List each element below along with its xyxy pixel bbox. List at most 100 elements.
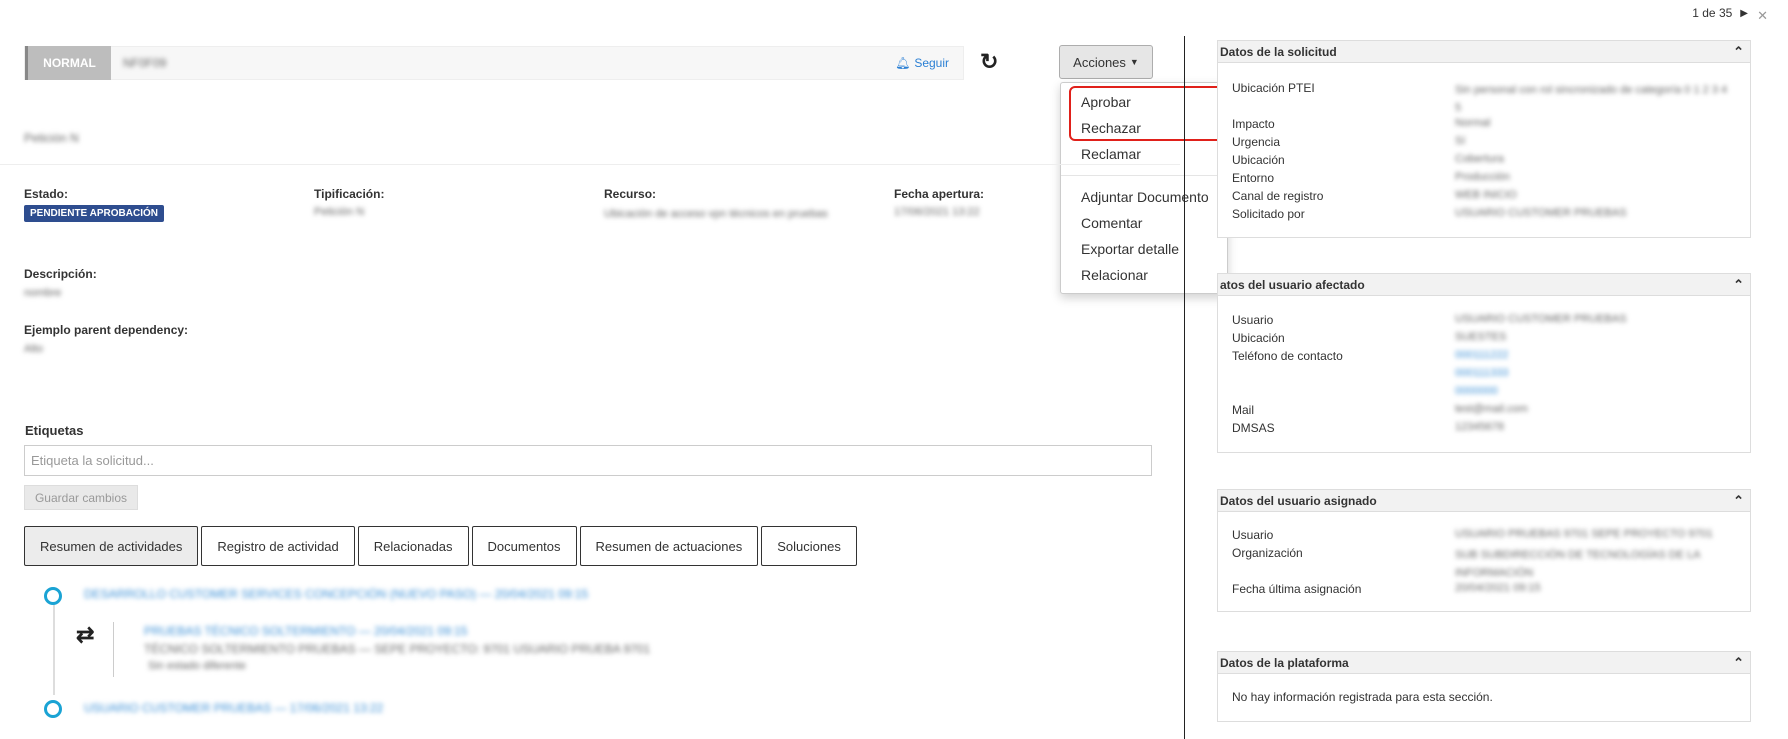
menu-item-comment[interactable]: Comentar: [1061, 210, 1227, 236]
tab-solutions[interactable]: Soluciones: [761, 526, 857, 566]
row-value: WEB INICIO: [1455, 189, 1517, 201]
row-value: Sí: [1455, 135, 1466, 147]
pager: 1 de 35 ▶: [1692, 6, 1748, 20]
ticket-header-bar: NORMAL NF0F09 🔔︎ Seguir: [24, 46, 964, 80]
tab-documents[interactable]: Documentos: [471, 526, 577, 566]
chevron-up-icon[interactable]: ⌃: [1733, 493, 1744, 509]
row-value: Normal: [1455, 117, 1491, 129]
phone-link[interactable]: 000111333: [1455, 367, 1508, 379]
menu-item-attach-document[interactable]: Adjuntar Documento: [1061, 184, 1227, 210]
status-badge: PENDIENTE APROBACIÓN: [24, 205, 164, 222]
divider: [0, 164, 1180, 165]
timeline-subitem-body: TÉCNICO SOLTERMIENTO PRUEBAS — SEPE PROY…: [144, 642, 651, 656]
row-value: Sin personal con rol sincronizado de cat…: [1455, 84, 1728, 114]
tab-related[interactable]: Relacionadas: [357, 526, 469, 566]
phone-link[interactable]: 0000000: [1455, 385, 1498, 397]
descripcion-label: Descripción:: [24, 267, 97, 281]
timeline-item-title[interactable]: USUARIO CUSTOMER PRUEBAS — 17/06/2021 13…: [84, 701, 383, 715]
bell-icon: 🔔︎: [895, 56, 911, 70]
row-label: DMSAS: [1232, 421, 1275, 435]
row-value: 12345678: [1455, 421, 1504, 433]
caret-down-icon: ▼: [1129, 57, 1139, 67]
tipificacion-label: Tipificación:: [314, 187, 385, 201]
timeline-node-icon: [44, 700, 62, 718]
pager-text: 1 de 35: [1692, 6, 1733, 20]
panel-platform-data: Datos de la plataforma ⌃ No hay informac…: [1217, 651, 1751, 722]
row-label: Entorno: [1232, 171, 1275, 185]
panel-request-data: Datos de la solicitud ⌃ Ubicación PTEI S…: [1217, 40, 1751, 238]
close-icon[interactable]: ✕: [1757, 8, 1768, 24]
row-label: Impacto: [1232, 117, 1275, 131]
panel-title: atos del usuario afectado: [1220, 277, 1365, 292]
menu-item-export-detail[interactable]: Exportar detalle: [1061, 236, 1227, 262]
transfer-icon: ⇄: [76, 622, 95, 647]
row-value: test@mail.com: [1455, 403, 1528, 415]
actions-button[interactable]: Acciones ▼: [1059, 45, 1153, 79]
actions-label: Acciones: [1073, 54, 1126, 70]
panel-header[interactable]: Datos de la solicitud ⌃: [1218, 41, 1750, 63]
chevron-up-icon[interactable]: ⌃: [1733, 44, 1744, 60]
row-value: USUARIO PRUEBAS 9701 SEPE PROYECTO 9701: [1455, 528, 1713, 540]
panel-assigned-user: Datos del usuario asignado ⌃ Usuario USU…: [1217, 489, 1751, 612]
row-value: USUARIO CUSTOMER PRUEBAS: [1455, 207, 1627, 219]
tab-activity-summary[interactable]: Resumen de actividades: [24, 526, 199, 566]
row-value: Cobertura: [1455, 153, 1504, 165]
phone-link[interactable]: 000111222: [1455, 349, 1508, 361]
tab-activity-log[interactable]: Registro de actividad: [201, 526, 355, 566]
row-label: Solicitado por: [1232, 207, 1305, 221]
timeline-node-icon: [44, 587, 62, 605]
row-value: SUESTES: [1455, 331, 1507, 343]
save-changes-button[interactable]: Guardar cambios: [24, 485, 138, 510]
column-divider: [1184, 36, 1185, 739]
parent-dependency-label: Ejemplo parent dependency:: [24, 323, 189, 337]
follow-label: Seguir: [914, 56, 949, 70]
chevron-up-icon[interactable]: ⌃: [1733, 655, 1744, 671]
tab-bar: Resumen de actividades Registro de activ…: [24, 526, 857, 566]
fecha-apertura-value: 17/06/2021 13:22: [894, 206, 980, 218]
row-value: SUB SUBDIRECCIÓN DE TECNOLOGÍAS DE LA IN…: [1455, 549, 1700, 579]
tags-input[interactable]: [24, 445, 1152, 476]
panel-header[interactable]: atos del usuario afectado ⌃: [1218, 274, 1750, 296]
row-label: Canal de registro: [1232, 189, 1324, 203]
row-label: Ubicación PTEI: [1232, 81, 1315, 95]
timeline-subitem-title[interactable]: PRUEBAS TÉCNICO SOLTERMIENTO — 20/04/202…: [144, 624, 467, 638]
row-label: Ubicación: [1232, 331, 1285, 345]
chevron-up-icon[interactable]: ⌃: [1733, 277, 1744, 293]
fecha-apertura-label: Fecha apertura:: [894, 187, 985, 201]
recurso-label: Recurso:: [604, 187, 657, 201]
panel-title: Datos de la solicitud: [1220, 44, 1337, 59]
panel-header[interactable]: Datos del usuario asignado ⌃: [1218, 490, 1750, 512]
timeline-sub-line: [113, 622, 114, 677]
timeline-line: [53, 605, 55, 695]
highlight-box: [1069, 86, 1225, 141]
row-label: Urgencia: [1232, 135, 1281, 149]
ticket-id: Petición N: [24, 131, 79, 145]
panel-title: Datos de la plataforma: [1220, 655, 1349, 670]
panel-header[interactable]: Datos de la plataforma ⌃: [1218, 652, 1750, 674]
row-label: Usuario: [1232, 528, 1274, 542]
row-value: 20/04/2021 09:15: [1455, 582, 1541, 594]
row-value: Producción: [1455, 171, 1511, 183]
row-label: Ubicación: [1232, 153, 1285, 167]
next-page-icon[interactable]: ▶: [1740, 8, 1748, 19]
row-value: USUARIO CUSTOMER PRUEBAS: [1455, 313, 1627, 325]
tab-actions-summary[interactable]: Resumen de actuaciones: [579, 526, 759, 566]
panel-title: Datos del usuario asignado: [1220, 493, 1377, 508]
timeline-item-title[interactable]: DESARROLLO CUSTOMER SERVICES CONCEPCIÓN …: [84, 587, 588, 601]
row-label: Usuario: [1232, 313, 1274, 327]
tags-label: Etiquetas: [25, 423, 84, 438]
menu-item-relate[interactable]: Relacionar: [1061, 262, 1227, 288]
refresh-icon[interactable]: ↻: [980, 49, 998, 75]
panel-affected-user: atos del usuario afectado ⌃ Usuario USUA…: [1217, 273, 1751, 453]
menu-divider: [1061, 175, 1227, 176]
follow-link[interactable]: 🔔︎ Seguir: [895, 56, 949, 70]
row-label: Fecha última asignación: [1232, 582, 1362, 596]
recurso-value: Ubicación de acceso vpn técnicos en prue…: [604, 208, 828, 220]
descripcion-value: nombre: [24, 287, 62, 299]
parent-dependency-value: Alto: [24, 343, 43, 355]
row-label: Teléfono de contacto: [1232, 349, 1343, 363]
row-label: Mail: [1232, 403, 1255, 417]
timeline-subitem-note: Sin estado diferente: [148, 660, 246, 672]
estado-label: Estado:: [24, 187, 69, 201]
priority-badge: NORMAL: [25, 46, 111, 80]
